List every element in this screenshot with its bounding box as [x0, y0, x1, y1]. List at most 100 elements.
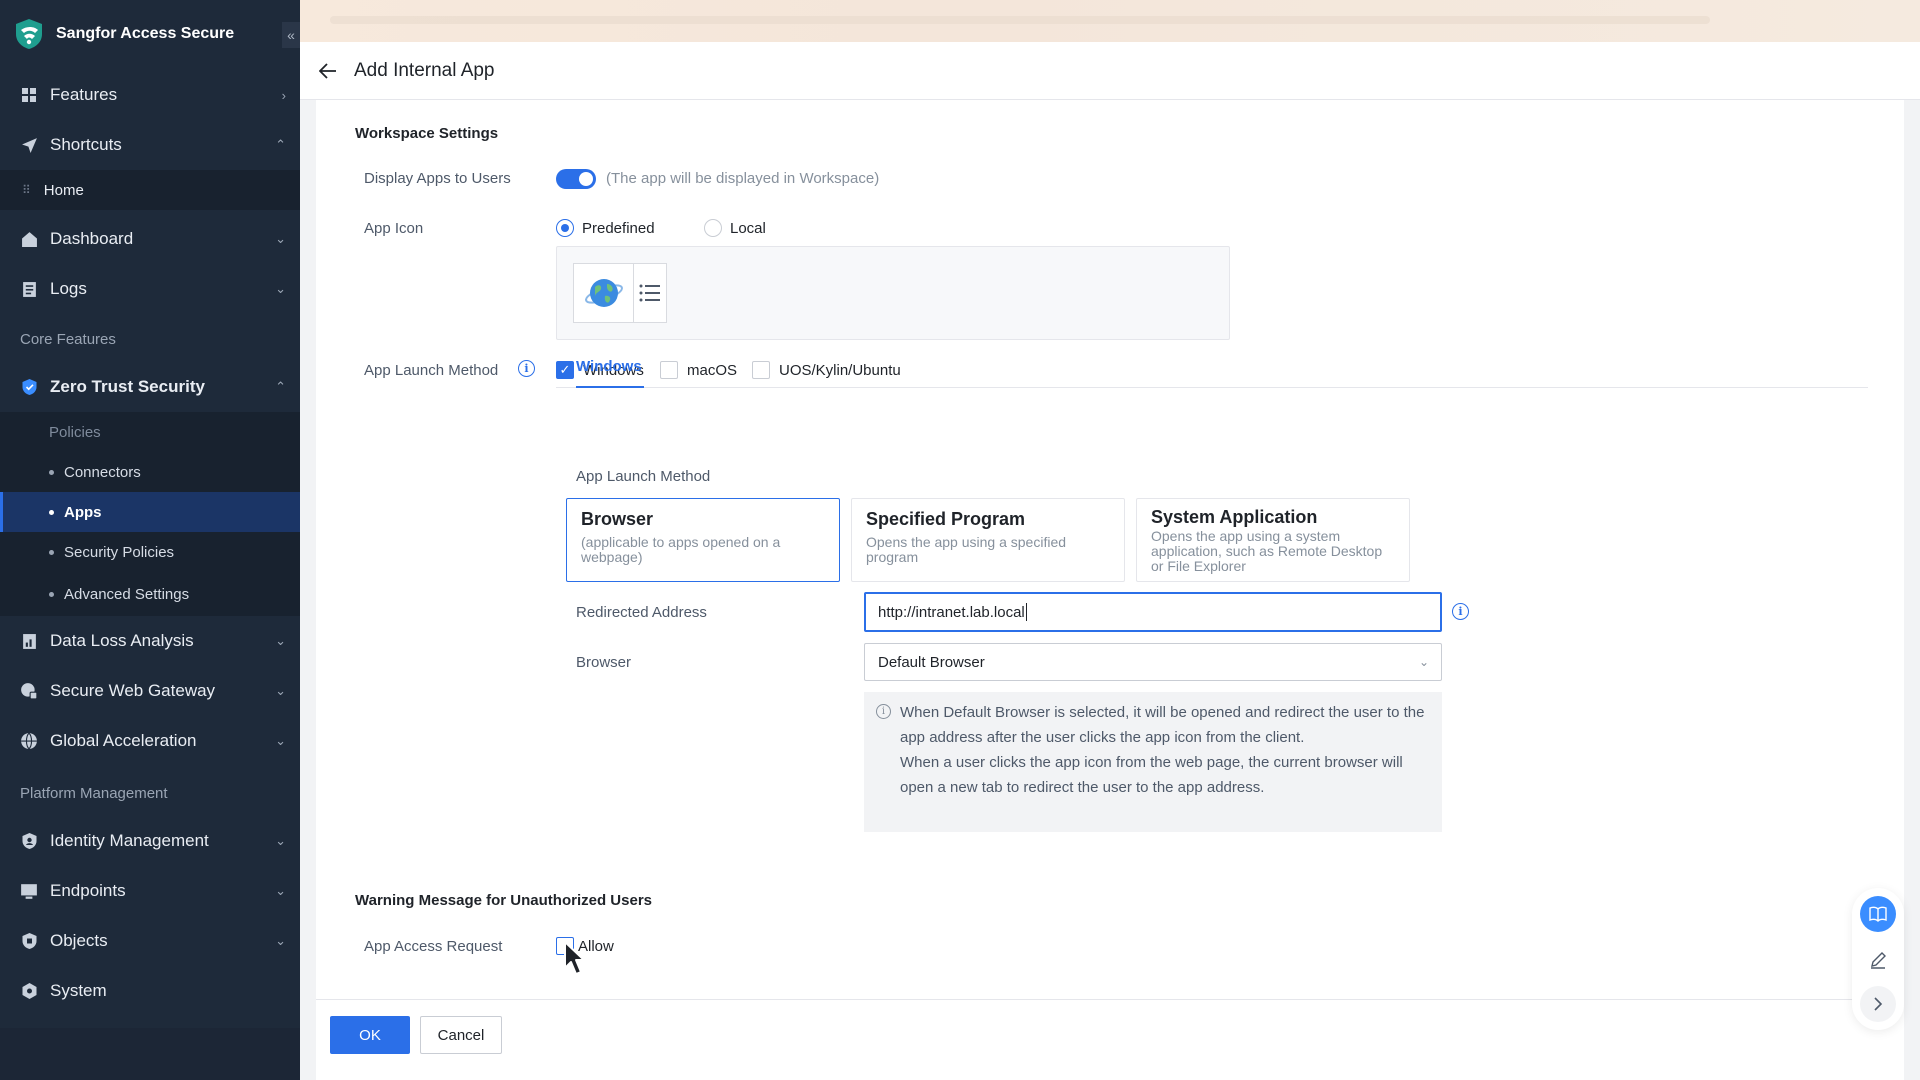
display-apps-toggle[interactable]	[556, 169, 596, 189]
submenu-group-policies: Policies	[0, 412, 300, 452]
submenu-apps[interactable]: Apps	[0, 492, 300, 532]
submenu-advanced-settings[interactable]: Advanced Settings	[0, 572, 300, 616]
submenu-connectors-label: Connectors	[64, 463, 141, 481]
nav-features[interactable]: Features ›	[0, 70, 300, 120]
method-program-title: Specified Program	[866, 509, 1026, 529]
tab-windows[interactable]: Windows	[576, 352, 644, 388]
globe-app-icon[interactable]	[574, 264, 634, 322]
radio-indicator[interactable]	[704, 219, 722, 237]
warning-section-title: Warning Message for Unauthorized Users	[355, 892, 652, 909]
gear-hex-icon	[20, 982, 38, 1000]
nav-identity-label: Identity Management	[50, 831, 209, 850]
display-apps-hint: (The app will be displayed in Workspace)	[606, 170, 880, 187]
icon-picker-area	[556, 246, 1230, 340]
nav-data-loss-analysis[interactable]: Data Loss Analysis ⌄	[0, 616, 300, 666]
method-system-title: System Application	[1151, 507, 1318, 527]
selected-icon-tile[interactable]	[573, 263, 667, 323]
display-apps-label: Display Apps to Users	[364, 170, 511, 187]
cube-shield-icon	[20, 932, 38, 950]
nav-logs[interactable]: Logs ⌄	[0, 264, 300, 314]
grid-icon	[20, 86, 38, 104]
drag-handle-icon[interactable]: ⠿	[22, 183, 31, 197]
nav-shortcuts[interactable]: Shortcuts ⌃	[0, 120, 300, 170]
redirected-address-input[interactable]: http://intranet.lab.local	[864, 592, 1442, 632]
bullet	[49, 549, 54, 555]
chevron-down-icon: ⌄	[275, 733, 286, 748]
method-program-card[interactable]: Specified Program Opens the app using a …	[851, 498, 1125, 582]
nav-system-label: System	[50, 981, 107, 1000]
collapse-sidebar-icon[interactable]: «	[282, 22, 300, 48]
chevron-down-icon: ⌄	[275, 683, 286, 698]
redirected-address-value: http://intranet.lab.local	[878, 603, 1025, 621]
icon-predefined-radio[interactable]: Predefined	[556, 219, 655, 237]
shield-check-icon	[20, 378, 38, 396]
list-more-icon[interactable]	[634, 264, 666, 322]
redirect-info-icon[interactable]: i	[1452, 603, 1469, 620]
submenu-apps-label: Apps	[64, 503, 102, 521]
nav-objects-label: Objects	[50, 931, 108, 950]
back-arrow-icon[interactable]	[316, 59, 340, 83]
submenu-advanced-settings-label: Advanced Settings	[64, 585, 190, 603]
shortcut-home-label: Home	[43, 181, 84, 199]
submenu-security-policies[interactable]: Security Policies	[0, 532, 300, 572]
icon-local-radio[interactable]: Local	[704, 219, 766, 237]
nav-objects[interactable]: Objects ⌄	[0, 916, 300, 966]
edit-pencil-icon[interactable]	[1860, 942, 1896, 978]
radio-local-label: Local	[730, 219, 766, 237]
method-browser-card[interactable]: Browser (applicable to apps opened on a …	[566, 498, 840, 582]
text-caret	[1025, 603, 1027, 621]
nav-system[interactable]: System	[0, 966, 300, 1016]
sidebar: Sangfor Access Secure « Features › Short…	[0, 0, 300, 1080]
sidebar-user-area[interactable]	[0, 1028, 300, 1080]
nav-shortcuts-label: Shortcuts	[50, 135, 122, 154]
app-access-request-label: App Access Request	[364, 938, 503, 955]
browser-label: Browser	[576, 654, 632, 671]
browser-select-value: Default Browser	[878, 653, 985, 671]
nav-zero-trust[interactable]: Zero Trust Security ⌃	[0, 362, 300, 412]
page-title: Add Internal App	[354, 59, 495, 81]
shortcut-home[interactable]: ⠿ Home	[0, 170, 300, 210]
method-browser-desc: (applicable to apps opened on a webpage)	[581, 534, 781, 565]
method-browser-title: Browser	[581, 509, 654, 529]
ok-button[interactable]: OK	[330, 1016, 410, 1054]
method-system-card[interactable]: System Application Opens the app using a…	[1136, 498, 1410, 582]
chevron-up-icon: ⌃	[275, 379, 286, 394]
radio-indicator[interactable]	[556, 219, 574, 237]
nav-features-label: Features	[50, 85, 118, 104]
chevron-right-icon: ›	[281, 87, 286, 103]
user-shield-icon	[20, 832, 38, 850]
brand: Sangfor Access Secure	[0, 0, 300, 68]
chevron-down-icon: ⌄	[275, 933, 286, 948]
cancel-button[interactable]: Cancel	[420, 1016, 502, 1054]
method-program-desc: Opens the app using a specified program	[866, 534, 1067, 565]
note-line-2: When a user clicks the app icon from the…	[900, 754, 1403, 796]
bullet	[49, 591, 54, 597]
document-icon	[20, 280, 38, 298]
book-icon[interactable]	[1860, 896, 1896, 932]
browser-select[interactable]: Default Browser ⌄	[864, 643, 1442, 681]
app-launch-method-label: App Launch Method	[364, 362, 499, 379]
launch-method-sub-label: App Launch Method	[576, 468, 711, 485]
footer-divider	[316, 999, 1904, 1000]
info-circle-icon: i	[876, 704, 891, 719]
bullet	[49, 509, 54, 515]
globe-lock-icon	[20, 682, 38, 700]
info-icon[interactable]: i	[518, 360, 535, 377]
nav-endpoints-label: Endpoints	[50, 881, 126, 900]
note-line-1: When Default Browser is selected, it wil…	[900, 704, 1425, 746]
radio-predefined-label: Predefined	[582, 219, 655, 237]
nav-secure-web-gateway[interactable]: Secure Web Gateway ⌄	[0, 666, 300, 716]
mouse-cursor-icon	[564, 941, 585, 975]
nav-identity-management[interactable]: Identity Management ⌄	[0, 816, 300, 866]
nav-global-acceleration[interactable]: Global Acceleration ⌄	[0, 716, 300, 766]
nav-dashboard[interactable]: Dashboard ⌄	[0, 214, 300, 264]
chevron-down-icon: ⌄	[275, 281, 286, 296]
nav-endpoints[interactable]: Endpoints ⌄	[0, 866, 300, 916]
nav-zero-trust-label: Zero Trust Security	[50, 377, 205, 396]
file-chart-icon	[20, 632, 38, 650]
zero-trust-submenu: Policies Connectors Apps Security Polici…	[0, 412, 300, 616]
redirected-address-label: Redirected Address	[576, 604, 707, 621]
submenu-connectors[interactable]: Connectors	[0, 452, 300, 492]
chevron-down-icon: ⌄	[275, 231, 286, 246]
chevron-right-icon[interactable]	[1860, 986, 1896, 1022]
